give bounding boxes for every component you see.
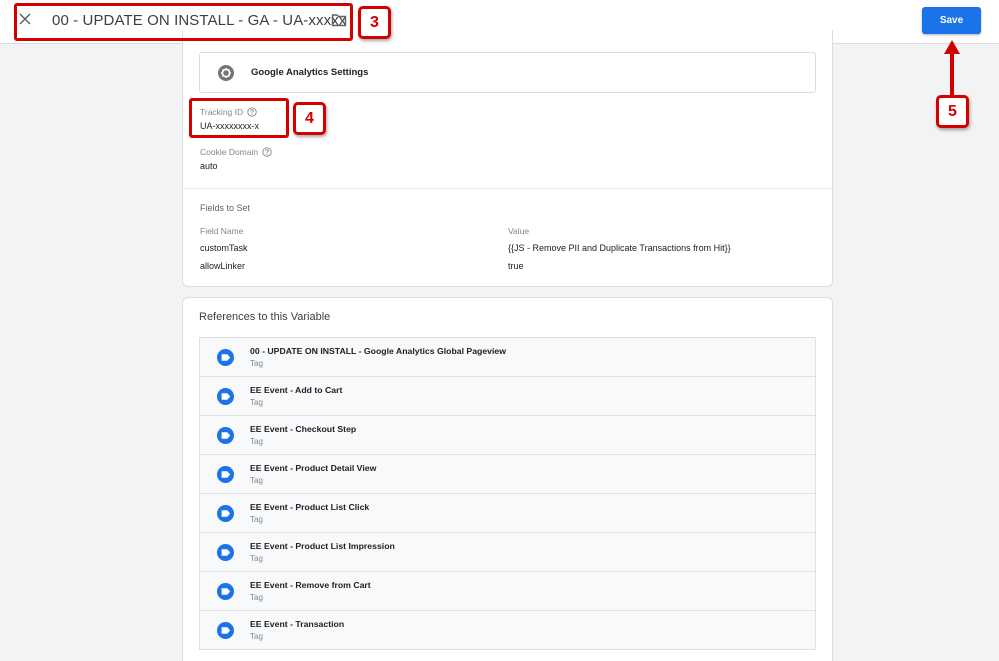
- list-item[interactable]: 00 - UPDATE ON INSTALL - Google Analytic…: [199, 337, 816, 377]
- tag-icon: [217, 388, 234, 405]
- tag-icon: [217, 349, 234, 366]
- reference-name: EE Event - Product List Impression: [250, 541, 395, 551]
- reference-type: Tag: [250, 515, 263, 524]
- tag-icon: [217, 583, 234, 600]
- reference-name: EE Event - Checkout Step: [250, 424, 357, 434]
- fields-to-set-title: Fields to Set: [200, 203, 251, 213]
- reference-type: Tag: [250, 437, 263, 446]
- arrow-up-icon: [944, 40, 960, 96]
- list-item[interactable]: EE Event - Product Detail View Tag: [199, 454, 816, 494]
- reference-type: Tag: [250, 359, 263, 368]
- field-name-cell: allowLinker: [200, 261, 246, 271]
- section-divider: [183, 188, 832, 189]
- cookie-domain-label-text: Cookie Domain: [200, 147, 259, 157]
- references-list: 00 - UPDATE ON INSTALL - Google Analytic…: [199, 337, 816, 650]
- tag-icon: [217, 505, 234, 522]
- reference-type: Tag: [250, 476, 263, 485]
- step-5-badge: 5: [936, 95, 969, 128]
- reference-type: Tag: [250, 593, 263, 602]
- tracking-id-highlight-box: [189, 98, 289, 138]
- reference-type: Tag: [250, 398, 263, 407]
- reference-type: Tag: [250, 632, 263, 641]
- list-item[interactable]: EE Event - Checkout Step Tag: [199, 415, 816, 455]
- field-value-cell: {{JS - Remove PII and Duplicate Transact…: [508, 243, 731, 253]
- list-item[interactable]: EE Event - Transaction Tag: [199, 610, 816, 650]
- value-column-header: Value: [508, 226, 530, 236]
- list-item[interactable]: EE Event - Product List Click Tag: [199, 493, 816, 533]
- list-item[interactable]: EE Event - Add to Cart Tag: [199, 376, 816, 416]
- step-4-badge: 4: [293, 102, 326, 135]
- settings-card: Google Analytics Settings Tracking ID UA…: [182, 30, 833, 287]
- field-value-cell: true: [508, 261, 524, 271]
- gear-icon: [218, 65, 234, 81]
- tag-icon: [217, 427, 234, 444]
- field-name-column-header: Field Name: [200, 226, 244, 236]
- step-3-badge: 3: [358, 6, 391, 39]
- tag-icon: [217, 466, 234, 483]
- help-icon[interactable]: [262, 147, 272, 157]
- reference-name: EE Event - Remove from Cart: [250, 580, 371, 590]
- settings-variable-row[interactable]: Google Analytics Settings: [199, 52, 816, 93]
- field-name-cell: customTask: [200, 243, 248, 253]
- tag-icon: [217, 544, 234, 561]
- references-card: References to this Variable 00 - UPDATE …: [182, 297, 833, 661]
- reference-name: EE Event - Product List Click: [250, 502, 370, 512]
- save-button[interactable]: Save: [922, 7, 981, 34]
- reference-type: Tag: [250, 554, 263, 563]
- reference-name: EE Event - Add to Cart: [250, 385, 343, 395]
- list-item[interactable]: EE Event - Remove from Cart Tag: [199, 571, 816, 611]
- cookie-domain-value: auto: [200, 161, 218, 171]
- reference-name: EE Event - Transaction: [250, 619, 345, 629]
- references-title: References to this Variable: [199, 311, 331, 323]
- settings-variable-label: Google Analytics Settings: [251, 67, 369, 78]
- reference-name: EE Event - Product Detail View: [250, 463, 377, 473]
- reference-name: 00 - UPDATE ON INSTALL - Google Analytic…: [250, 346, 507, 356]
- title-highlight-box: [14, 3, 353, 41]
- tag-icon: [217, 622, 234, 639]
- cookie-domain-label: Cookie Domain: [200, 147, 272, 157]
- list-item[interactable]: EE Event - Product List Impression Tag: [199, 532, 816, 572]
